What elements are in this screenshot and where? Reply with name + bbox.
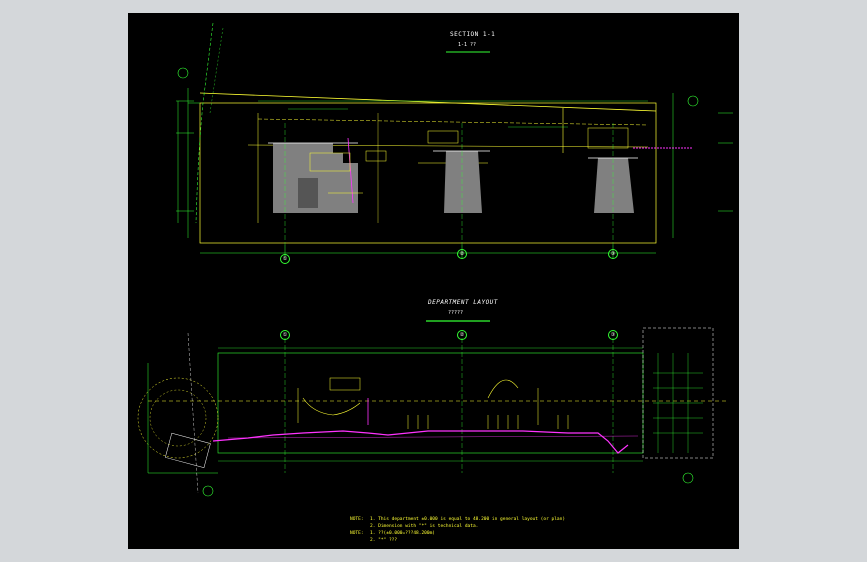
note-line-1: 1. This department ±0.000 is equal to 48… xyxy=(370,517,566,522)
cad-drawing-area: SECTION 1-1 1-1 ?? ① ② ③ DEPARTMENT LAYO… xyxy=(128,13,739,549)
section-subtitle: 1-1 ?? xyxy=(458,42,477,48)
plan-axis-bubble-3: ③ xyxy=(608,330,618,340)
section-title: SECTION 1-1 xyxy=(450,31,496,38)
note-heading-en: NOTE: xyxy=(350,517,364,522)
department-layout xyxy=(137,320,728,497)
note-line-3: 1. ??(±0.000=???48.200m) xyxy=(370,531,436,536)
note-line-2: 2. Dimension with "*" is technical data. xyxy=(370,524,479,529)
note-heading-cn: NOTE: xyxy=(350,531,364,536)
note-line-4: 2. "*" ??? xyxy=(370,538,398,543)
section-axis-bubble-2: ② xyxy=(457,249,467,259)
section-1-1 xyxy=(176,22,733,259)
section-axis-bubble-3: ③ xyxy=(608,249,618,259)
section-axis-bubble-1: ① xyxy=(280,254,290,264)
plan-axis-bubble-2: ② xyxy=(457,330,467,340)
drawing-linework xyxy=(137,22,733,497)
plan-title: DEPARTMENT LAYOUT xyxy=(428,299,498,306)
plan-axis-bubble-1: ① xyxy=(280,330,290,340)
plan-subtitle: ????? xyxy=(448,310,464,316)
